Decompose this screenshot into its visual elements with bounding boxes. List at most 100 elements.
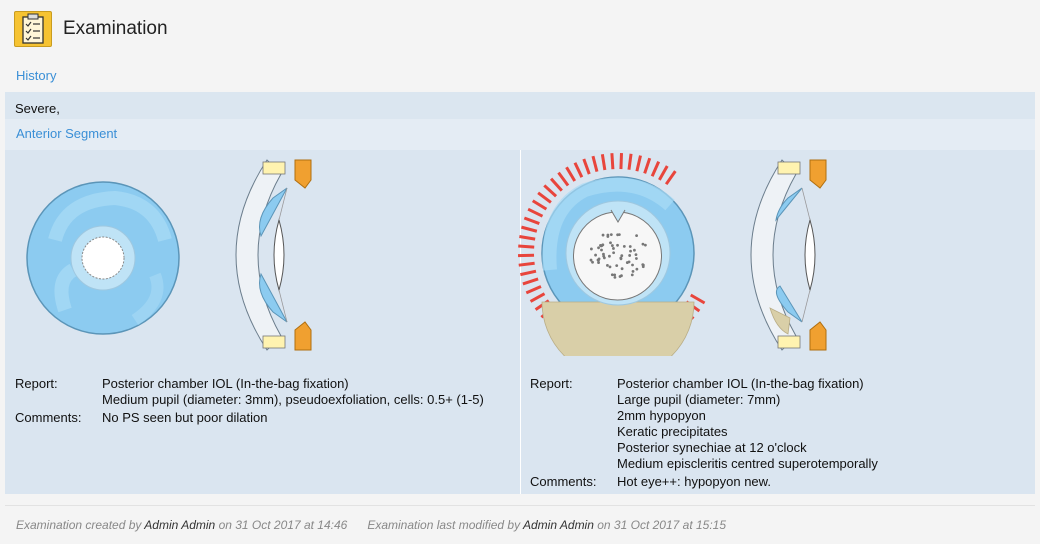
keratic-precipitate-dot <box>613 275 617 279</box>
episcleritis-tick <box>537 191 552 204</box>
report-line: Posterior chamber IOL (In-the-bag fixati… <box>617 376 864 391</box>
keratic-precipitate-dot <box>641 242 645 246</box>
created-on: on 31 Oct 2017 at 14:46 <box>218 518 348 532</box>
keratic-precipitate-dot <box>634 253 638 257</box>
episcleritis-tick <box>582 158 591 175</box>
episcleritis-tick <box>525 285 542 295</box>
report-line: Medium episcleritis centred superotempor… <box>617 456 878 471</box>
keratic-precipitate-dot <box>597 246 600 250</box>
report-label: Report: <box>15 376 58 391</box>
episcleritis-tick <box>518 244 535 249</box>
keratic-precipitate-dot <box>608 265 612 269</box>
keratic-precipitate-dot <box>609 233 613 237</box>
episcleritis-tick <box>520 269 537 277</box>
keratic-precipitate-dot <box>606 233 610 237</box>
keratic-precipitate-dot <box>635 267 639 271</box>
keratic-precipitate-dot <box>594 253 597 257</box>
keratic-precipitate-dot <box>620 254 624 258</box>
keratic-precipitate-dot <box>615 264 619 268</box>
episcleritis-tick <box>565 166 577 182</box>
modified-on: on 31 Oct 2017 at 15:15 <box>597 518 727 532</box>
keratic-precipitate-dot <box>609 241 612 245</box>
episcleritis-tick <box>643 157 652 174</box>
clipboard-checklist-icon <box>14 11 52 47</box>
keratic-precipitate-dot <box>608 254 611 258</box>
right-eye-side-drawing <box>235 159 312 351</box>
keratic-precipitate-dot <box>612 251 616 255</box>
episcleritis-tick <box>543 184 558 198</box>
keratic-precipitate-dot <box>625 261 629 264</box>
episcleritis-tick <box>523 216 540 225</box>
right-eye-front-drawing <box>26 181 180 335</box>
keratic-precipitate-dot <box>612 247 615 250</box>
comments-label: Comments: <box>530 474 597 489</box>
right-eye-report: Report: Posterior chamber IOL (In-the-ba… <box>15 376 515 436</box>
episcleritis-tick <box>521 225 538 233</box>
keratic-precipitate-dot <box>631 263 634 267</box>
anterior-segment-link[interactable]: Anterior Segment <box>16 126 117 141</box>
keratic-precipitate-dot <box>635 234 638 238</box>
keratic-precipitate-dot <box>599 244 602 247</box>
episcleritis-tick <box>591 155 599 173</box>
keratic-precipitate-dot <box>620 274 623 278</box>
anterior-segment-panels: Report: Posterior chamber IOL (In-the-ba… <box>5 150 1035 494</box>
keratic-precipitate-dot <box>628 254 632 257</box>
episcleritis-tick <box>664 170 677 186</box>
episcleritis-tick <box>635 155 642 172</box>
footer-audit: Examination created by Admin Admin on 31… <box>16 518 726 532</box>
episcleritis-tick <box>600 153 607 171</box>
keratic-precipitate-dot <box>631 269 635 273</box>
page-header: Examination <box>0 0 1040 58</box>
keratic-precipitate-dot <box>613 273 617 277</box>
report-line: Large pupil (diameter: 7mm) <box>617 392 781 407</box>
keratic-precipitate-dot <box>597 257 601 261</box>
keratic-precipitate-dot <box>602 254 606 258</box>
created-prefix: Examination created by <box>16 518 142 532</box>
keratic-precipitate-dot <box>644 243 647 247</box>
keratic-precipitate-dot <box>620 267 624 271</box>
episcleritis-tick <box>573 162 584 178</box>
report-label: Report: <box>530 376 573 391</box>
report-line: 2mm hypopyon <box>617 408 706 423</box>
history-band: Severe, <box>5 92 1035 119</box>
episcleritis-tick <box>529 292 546 303</box>
episcleritis-tick <box>527 207 544 218</box>
history-link[interactable]: History <box>16 68 56 83</box>
episcleritis-tick <box>619 153 623 170</box>
episcleritis-tick <box>531 199 548 211</box>
episcleritis-tick <box>522 277 539 286</box>
keratic-precipitate-dot <box>641 265 645 269</box>
episcleritis-tick <box>518 261 535 267</box>
keratic-precipitate-dot <box>630 273 634 277</box>
left-eye-report: Report: Posterior chamber IOL (In-the-ba… <box>530 376 1030 491</box>
comments-label: Comments: <box>15 410 82 425</box>
report-line: Keratic precipitates <box>617 424 728 439</box>
episcleritis-tick <box>658 165 669 181</box>
history-text: Severe, <box>15 101 60 116</box>
keratic-precipitate-dot <box>589 247 593 251</box>
keratic-precipitate-dot <box>600 248 603 252</box>
episcleritis-tick <box>650 161 661 177</box>
keratic-precipitate-dot <box>629 249 632 253</box>
episcleritis-tick <box>627 153 633 170</box>
modified-by: Admin Admin <box>522 518 594 532</box>
keratic-precipitate-dot <box>610 244 614 247</box>
page-title: Examination <box>63 18 168 39</box>
episcleritis-tick <box>549 177 563 192</box>
modified-prefix: Examination last modified by <box>367 518 521 532</box>
keratic-precipitate-dot <box>628 245 632 248</box>
comments-text: No PS seen but poor dilation <box>102 410 268 425</box>
footer-divider <box>5 505 1035 506</box>
keratic-precipitate-dot <box>606 263 609 267</box>
keratic-precipitate-dot <box>616 233 620 237</box>
report-line: Medium pupil (diameter: 3mm), pseudoexfo… <box>102 392 484 407</box>
report-line: Posterior chamber IOL (In-the-bag fixati… <box>102 376 349 391</box>
report-line: Posterior synechiae at 12 o'clock <box>617 440 807 455</box>
keratic-precipitate-dot <box>633 248 636 252</box>
left-eye-side-drawing <box>750 159 827 351</box>
episcleritis-tick <box>519 235 536 241</box>
keratic-precipitate-dot <box>622 244 626 248</box>
episcleritis-tick <box>610 153 615 170</box>
created-by: Admin Admin <box>144 518 216 532</box>
left-eye-front-drawing <box>517 153 706 356</box>
